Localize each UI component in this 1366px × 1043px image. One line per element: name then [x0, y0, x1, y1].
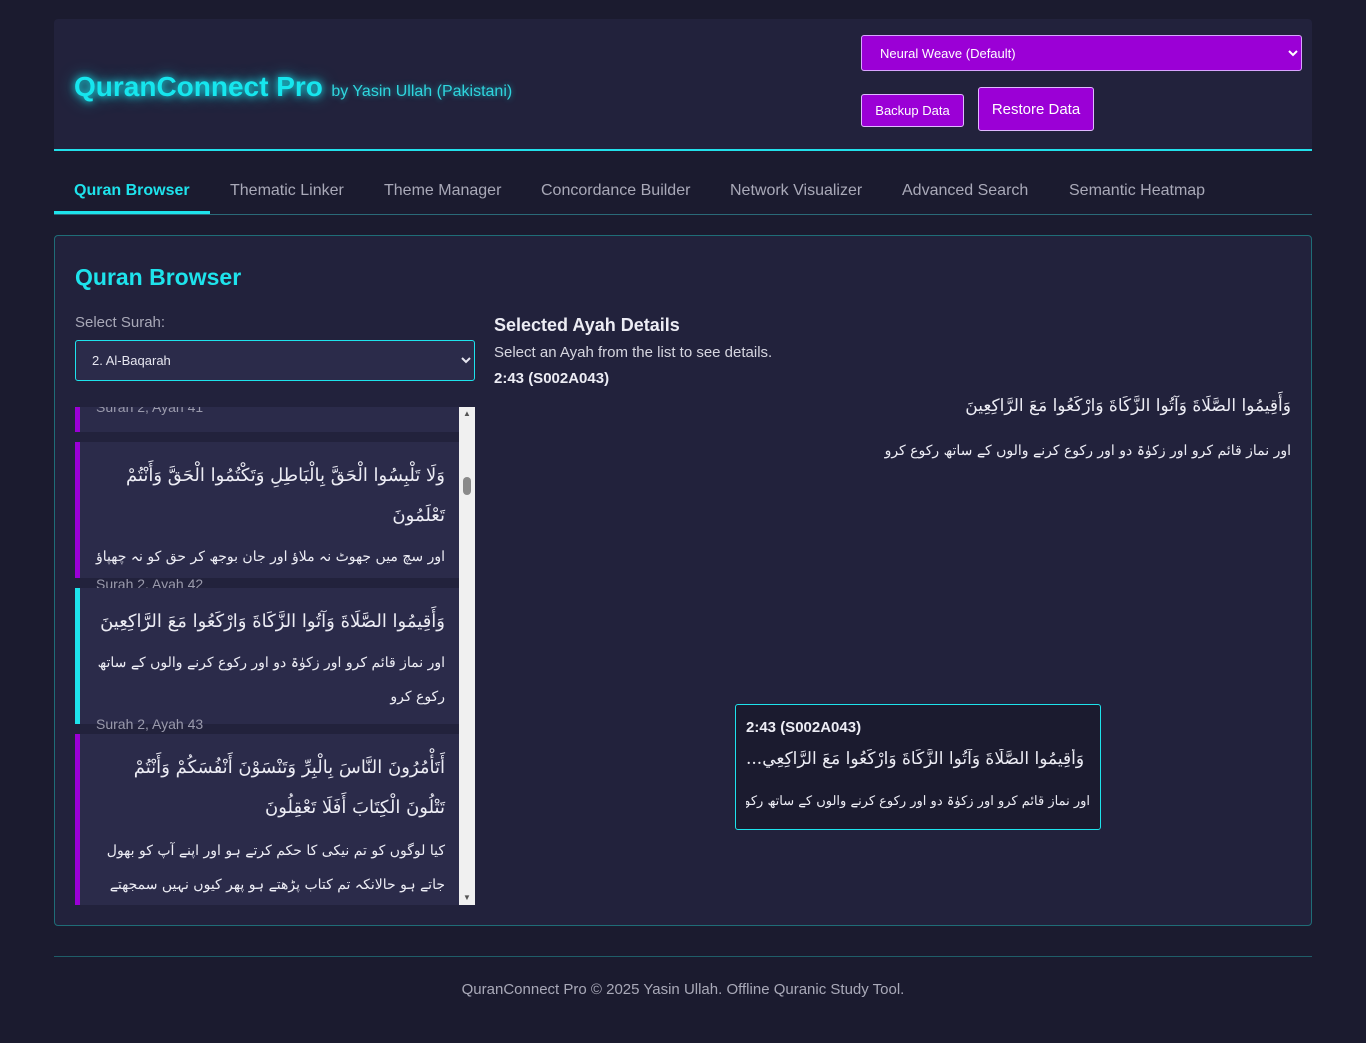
tooltip-arabic: وَأَقِيمُوا الصَّلَاةَ وَآتُوا الزَّكَاة… — [746, 749, 1085, 769]
details-hint: Select an Ayah from the list to see deta… — [494, 344, 773, 361]
app-header: QuranConnect Pro by Yasin Ullah (Pakista… — [54, 19, 1312, 151]
select-surah-label: Select Surah: — [75, 314, 166, 331]
details-arabic: وَأَقِيمُوا الصَّلَاةَ وَآتُوا الزَّكَاة… — [965, 396, 1291, 416]
ayah-arabic: وَأَقِيمُوا الصَّلَاةَ وَآتُوا الزَّكَاة… — [100, 611, 445, 632]
brand: QuranConnect Pro by Yasin Ullah (Pakista… — [74, 71, 512, 103]
tab-quran-browser[interactable]: Quran Browser — [54, 171, 210, 214]
details-urdu: اور نماز قائم کرو اور زکوٰۃ دو اور رکوع … — [884, 443, 1291, 459]
backup-data-button[interactable]: Backup Data — [861, 94, 964, 127]
app-title: QuranConnect Pro — [74, 71, 323, 102]
tab-thematic-linker[interactable]: Thematic Linker — [210, 171, 364, 214]
footer-divider — [54, 956, 1312, 957]
quran-browser-panel: Quran Browser Select Surah: 2. Al-Baqara… — [54, 235, 1312, 926]
ayah-tooltip: 2:43 (S002A043) وَأَقِيمُوا الصَّلَاةَ و… — [735, 704, 1101, 830]
ayah-card-42[interactable]: وَلَا تَلْبِسُوا الْحَقَّ بِالْبَاطِلِ و… — [75, 442, 459, 592]
scroll-down-arrow-icon[interactable]: ▼ — [459, 891, 475, 905]
app-subtitle: by Yasin Ullah (Pakistani) — [331, 83, 513, 100]
restore-data-button[interactable]: Restore Data — [978, 87, 1094, 131]
details-ref: 2:43 (S002A043) — [494, 370, 610, 387]
ayah-card-41[interactable]: Surah 2, Ayah 41 — [75, 407, 459, 432]
tooltip-urdu: اور نماز قائم کرو اور زکوٰۃ دو اور رکوع … — [746, 794, 1090, 809]
ayah-urdu: اور سچ میں جھوٹ نہ ملاؤ اور جان بوجھ کر … — [96, 549, 445, 565]
tab-semantic-heatmap[interactable]: Semantic Heatmap — [1049, 171, 1225, 214]
tab-theme-manager[interactable]: Theme Manager — [364, 171, 521, 214]
tab-advanced-search[interactable]: Advanced Search — [882, 171, 1048, 214]
ayah-arabic: وَلَا تَلْبِسُوا الْحَقَّ بِالْبَاطِلِ و… — [125, 465, 445, 526]
surah-select[interactable]: 2. Al-Baqarah — [75, 340, 475, 381]
ayah-ref: Surah 2, Ayah 41 — [96, 407, 204, 415]
ayah-urdu: کیا لوگوں کو تم نیکی کا حکم کرتے ہو اور … — [106, 843, 445, 893]
footer-text: QuranConnect Pro © 2025 Yasin Ullah. Off… — [461, 981, 905, 998]
theme-select[interactable]: Neural Weave (Default) — [861, 35, 1302, 71]
tab-network-visualizer[interactable]: Network Visualizer — [710, 171, 882, 214]
tab-bar: Quran Browser Thematic Linker Theme Mana… — [54, 171, 1312, 215]
ayah-list[interactable]: Surah 2, Ayah 41 وَلَا تَلْبِسُوا الْحَق… — [75, 407, 475, 905]
tab-concordance-builder[interactable]: Concordance Builder — [521, 171, 710, 214]
ayah-arabic: أَتَأْمُرُونَ النَّاسَ بِالْبِرِّ وَتَنْ… — [133, 757, 445, 818]
scroll-thumb[interactable] — [463, 477, 471, 495]
details-title: Selected Ayah Details — [494, 315, 680, 335]
ayah-card-44[interactable]: أَتَأْمُرُونَ النَّاسَ بِالْبِرِّ وَتَنْ… — [75, 734, 459, 905]
scroll-up-arrow-icon[interactable]: ▲ — [459, 407, 475, 421]
ayah-card-43[interactable]: وَأَقِيمُوا الصَّلَاةَ وَآتُوا الزَّكَاة… — [75, 588, 459, 732]
ayah-urdu: اور نماز قائم کرو اور زکوٰۃ دو اور رکوع … — [97, 655, 445, 705]
tooltip-ref: 2:43 (S002A043) — [746, 719, 862, 736]
panel-title: Quran Browser — [75, 264, 242, 290]
ayah-list-scrollbar[interactable]: ▲ ▼ — [459, 407, 475, 905]
ayah-ref: Surah 2, Ayah 43 — [96, 716, 204, 732]
